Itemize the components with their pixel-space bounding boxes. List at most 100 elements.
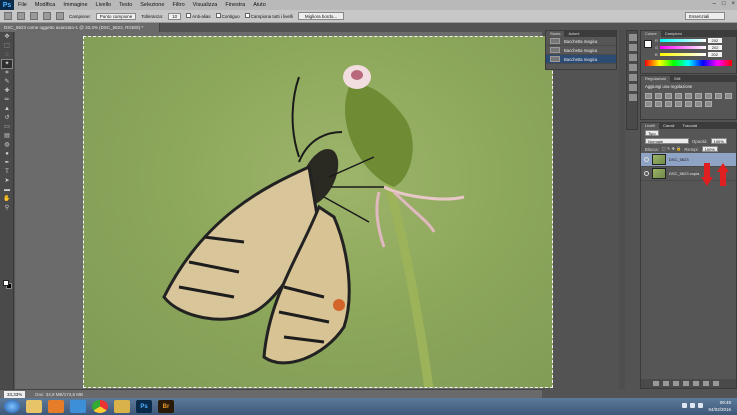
pen-tool-icon[interactable]: ✒ (2, 159, 12, 167)
document-image[interactable] (83, 36, 553, 388)
vibrance-icon[interactable] (685, 93, 692, 99)
eraser-tool-icon[interactable]: ▭ (2, 123, 12, 131)
type-tool-icon[interactable]: T (2, 168, 12, 176)
add-selection-icon[interactable] (30, 12, 38, 20)
photo-filter-icon[interactable] (725, 93, 732, 99)
zoom-level[interactable]: 33,33% (4, 390, 26, 398)
flag-icon[interactable] (698, 403, 703, 408)
blend-mode-select[interactable]: Normale (645, 138, 689, 144)
campiona-tutti-checkbox[interactable]: Campiona tutti i livelli (244, 13, 293, 19)
start-button[interactable] (4, 400, 20, 413)
menu-file[interactable]: File (14, 2, 31, 8)
explorer-icon[interactable] (26, 400, 42, 413)
green-slider-row[interactable]: G 202 (641, 44, 736, 51)
marquee-tool-icon[interactable]: ⬚ (2, 42, 12, 50)
migliora-bordo-button[interactable]: Migliora bordo... (297, 12, 345, 20)
menu-testo[interactable]: Testo (115, 2, 136, 8)
menu-modifica[interactable]: Modifica (31, 2, 59, 8)
close-icon[interactable]: × (731, 1, 735, 7)
actions-panel-icon[interactable] (629, 44, 637, 51)
tab-regolazioni[interactable]: Regolazioni (641, 76, 670, 82)
lasso-tool-icon[interactable]: ◌ (2, 51, 12, 59)
link-icon[interactable] (653, 381, 659, 386)
channel-mixer-icon[interactable] (645, 101, 652, 107)
menu-aiuto[interactable]: Aiuto (249, 2, 270, 8)
minimize-icon[interactable]: – (713, 1, 716, 7)
threshold-icon[interactable] (685, 101, 692, 107)
exposure-icon[interactable] (675, 93, 682, 99)
fill-input[interactable]: 100% (701, 146, 718, 152)
tab-stili[interactable]: Stili (670, 76, 684, 82)
black-white-icon[interactable] (715, 93, 722, 99)
blue-slider-row[interactable]: B 202 (641, 51, 736, 58)
antialias-checkbox[interactable]: Anti-alias (186, 13, 211, 19)
document-tab[interactable]: DSC_5623 come oggetto avanzato-1 @ 33,3%… (0, 23, 160, 32)
tolleranza-input[interactable]: 10 (168, 12, 182, 20)
invert-icon[interactable] (665, 101, 672, 107)
panel-divider[interactable] (619, 30, 625, 389)
history-brush-icon[interactable]: ↺ (2, 114, 12, 122)
network-icon[interactable] (682, 403, 687, 408)
brush-panel-icon[interactable] (629, 84, 637, 91)
tab-livelli[interactable]: Livelli (641, 123, 660, 129)
tab-campioni[interactable]: Campioni (661, 31, 686, 37)
visibility-eye-icon[interactable] (644, 171, 649, 176)
tab-canali[interactable]: Canali (659, 123, 678, 129)
media-player-icon[interactable] (48, 400, 64, 413)
levels-icon[interactable] (655, 93, 662, 99)
history-item[interactable]: Bacchetta magica (546, 37, 616, 46)
blur-tool-icon[interactable]: ◍ (2, 141, 12, 149)
intersect-selection-icon[interactable] (56, 12, 64, 20)
curves-icon[interactable] (665, 93, 672, 99)
history-item-selected[interactable]: Bacchetta magica (546, 55, 616, 64)
dodge-tool-icon[interactable]: ● (2, 150, 12, 158)
selective-color-icon[interactable] (705, 101, 712, 107)
clone-panel-icon[interactable] (629, 94, 637, 101)
color-spectrum[interactable] (645, 60, 732, 66)
menu-immagine[interactable]: Immagine (59, 2, 91, 8)
folder-icon[interactable] (114, 400, 130, 413)
clock[interactable]: 09:48 04/02/2016 (708, 399, 731, 413)
menu-livello[interactable]: Livello (92, 2, 116, 8)
trash-icon[interactable] (713, 381, 719, 386)
magic-wand-tool-icon[interactable] (4, 12, 12, 20)
photoshop-taskbar-button[interactable]: Ps (136, 400, 152, 413)
brush-tool-icon[interactable]: ✏ (2, 96, 12, 104)
hand-tool-icon[interactable]: ✋ (2, 195, 12, 203)
color-lookup-icon[interactable] (655, 101, 662, 107)
brightness-icon[interactable] (645, 93, 652, 99)
adjustment-layer-icon[interactable] (683, 381, 689, 386)
workspace-select[interactable]: Essenziali (685, 12, 725, 20)
character-panel-icon[interactable] (629, 64, 637, 71)
color-balance-icon[interactable] (705, 93, 712, 99)
layer-kind-filter[interactable]: Tipo (645, 130, 659, 136)
gradient-map-icon[interactable] (695, 101, 702, 107)
shape-tool-icon[interactable]: ▬ (2, 186, 12, 194)
mask-icon[interactable] (673, 381, 679, 386)
crop-tool-icon[interactable]: ⌗ (2, 69, 12, 77)
posterize-icon[interactable] (675, 101, 682, 107)
stamp-tool-icon[interactable]: ▲ (2, 105, 12, 113)
move-tool-icon[interactable]: ✥ (2, 33, 12, 41)
contiguo-checkbox[interactable]: Contiguo (215, 13, 240, 19)
healing-tool-icon[interactable]: ✚ (2, 87, 12, 95)
lock-icons[interactable]: ▢ ✎ ✥ 🔒 (662, 146, 682, 152)
volume-icon[interactable] (690, 403, 695, 408)
menu-filtro[interactable]: Filtro (168, 2, 188, 8)
history-item[interactable]: Bacchetta magica (546, 46, 616, 55)
canvas-area[interactable] (15, 32, 553, 389)
info-panel-icon[interactable] (629, 54, 637, 61)
folder-icon[interactable] (693, 381, 699, 386)
tab-azioni[interactable]: Azioni (564, 31, 583, 37)
magic-wand-icon[interactable]: ✦ (1, 59, 13, 69)
menu-finestra[interactable]: Finestra (221, 2, 249, 8)
tab-colore[interactable]: Colore (641, 31, 661, 37)
tab-storia[interactable]: Storia (546, 31, 565, 37)
fx-icon[interactable] (663, 381, 669, 386)
maximize-icon[interactable]: □ (722, 1, 726, 7)
opacity-input[interactable]: 100% (710, 138, 727, 144)
history-panel-icon[interactable] (629, 34, 637, 41)
red-slider-row[interactable]: R 202 (641, 37, 736, 44)
ie-icon[interactable] (70, 400, 86, 413)
foreground-color-swatch[interactable] (3, 280, 9, 286)
